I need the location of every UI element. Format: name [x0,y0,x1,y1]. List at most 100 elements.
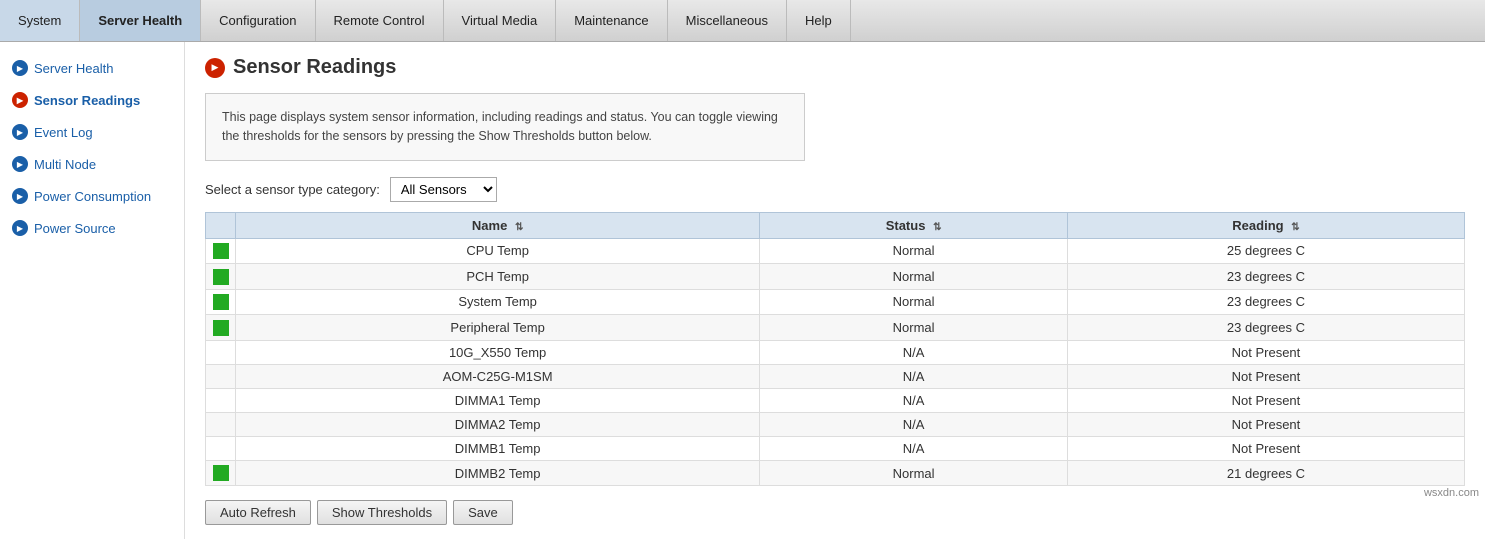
top-nav-item-virtual-media[interactable]: Virtual Media [444,0,557,41]
top-nav-item-configuration[interactable]: Configuration [201,0,315,41]
status-cell: N/A [760,340,1068,364]
indicator-cell [206,412,236,436]
reading-cell: Not Present [1067,340,1464,364]
table-body: CPU TempNormal25 degrees CPCH TempNormal… [206,238,1465,486]
top-nav-item-remote-control[interactable]: Remote Control [316,0,444,41]
sidebar-arrow-icon [12,92,28,108]
reading-cell: 25 degrees C [1067,238,1464,264]
table-header-row: Name ⇅ Status ⇅ Reading ⇅ [206,212,1465,238]
status-cell: Normal [760,315,1068,341]
sidebar-item-label: Sensor Readings [34,93,140,108]
sidebar-item-event-log[interactable]: Event Log [0,116,184,148]
indicator-cell [206,364,236,388]
content-area: Sensor Readings This page displays syste… [185,42,1485,539]
reading-cell: Not Present [1067,388,1464,412]
status-indicator-green [213,269,229,285]
indicator-cell [206,238,236,264]
name-cell: DIMMA1 Temp [236,388,760,412]
th-name-label: Name [472,218,507,233]
table-row: DIMMA2 TempN/ANot Present [206,412,1465,436]
sidebar-item-power-consumption[interactable]: Power Consumption [0,180,184,212]
name-cell: 10G_X550 Temp [236,340,760,364]
status-cell: N/A [760,436,1068,460]
name-sort-icon[interactable]: ⇅ [515,222,523,233]
table-row: AOM-C25G-M1SMN/ANot Present [206,364,1465,388]
sidebar-arrow-icon [12,124,28,140]
table-row: DIMMB1 TempN/ANot Present [206,436,1465,460]
th-name: Name ⇅ [236,212,760,238]
th-reading: Reading ⇅ [1067,212,1464,238]
status-sort-icon[interactable]: ⇅ [933,222,941,233]
info-box: This page displays system sensor informa… [205,93,805,161]
sidebar-item-sensor-readings[interactable]: Sensor Readings [0,84,184,116]
sidebar-item-label: Event Log [34,125,93,140]
save-button[interactable]: Save [453,500,513,525]
name-cell: System Temp [236,289,760,315]
sidebar-item-label: Server Health [34,61,113,76]
status-indicator-green [213,243,229,259]
name-cell: PCH Temp [236,264,760,290]
reading-sort-icon[interactable]: ⇅ [1291,222,1299,233]
th-indicator [206,212,236,238]
main-layout: Server Health Sensor Readings Event Log Mul… [0,42,1485,539]
reading-cell: Not Present [1067,436,1464,460]
page-title-icon [205,58,225,78]
status-cell: N/A [760,412,1068,436]
status-cell: Normal [760,460,1068,486]
top-nav-item-help[interactable]: Help [787,0,851,41]
reading-cell: 23 degrees C [1067,289,1464,315]
reading-cell: 23 degrees C [1067,315,1464,341]
sidebar-arrow-icon [12,60,28,76]
th-status-label: Status [886,218,926,233]
status-indicator-green [213,294,229,310]
status-indicator-green [213,320,229,336]
table-row: DIMMB2 TempNormal21 degrees C [206,460,1465,486]
watermark: wsxdn.com [1424,487,1479,499]
info-box-text: This page displays system sensor informa… [222,110,778,143]
page-title: Sensor Readings [233,56,396,79]
sensor-select-label: Select a sensor type category: [205,182,380,197]
top-nav-item-server-health[interactable]: Server Health [80,0,201,41]
top-nav-item-miscellaneous[interactable]: Miscellaneous [668,0,787,41]
auto-refresh-button[interactable]: Auto Refresh [205,500,311,525]
indicator-cell [206,460,236,486]
bottom-buttons: Auto Refresh Show Thresholds Save [205,500,1465,525]
page-title-row: Sensor Readings [205,56,1465,79]
reading-cell: Not Present [1067,412,1464,436]
sidebar: Server Health Sensor Readings Event Log Mul… [0,42,185,539]
table-header: Name ⇅ Status ⇅ Reading ⇅ [206,212,1465,238]
status-indicator-green [213,465,229,481]
sensor-type-select[interactable]: All SensorsTemperatureVoltageFanPower [390,177,497,202]
sidebar-arrow-icon [12,220,28,236]
reading-cell: 21 degrees C [1067,460,1464,486]
indicator-cell [206,315,236,341]
indicator-cell [206,388,236,412]
name-cell: CPU Temp [236,238,760,264]
status-cell: N/A [760,388,1068,412]
sidebar-item-server-health[interactable]: Server Health [0,52,184,84]
table-row: 10G_X550 TempN/ANot Present [206,340,1465,364]
th-reading-label: Reading [1232,218,1283,233]
name-cell: Peripheral Temp [236,315,760,341]
table-row: Peripheral TempNormal23 degrees C [206,315,1465,341]
top-navigation: SystemServer HealthConfigurationRemote C… [0,0,1485,42]
indicator-cell [206,436,236,460]
sidebar-item-label: Power Source [34,221,116,236]
sidebar-item-multi-node[interactable]: Multi Node [0,148,184,180]
sidebar-item-label: Power Consumption [34,189,151,204]
name-cell: AOM-C25G-M1SM [236,364,760,388]
sidebar-item-label: Multi Node [34,157,96,172]
top-nav-item-system[interactable]: System [0,0,80,41]
th-status: Status ⇅ [760,212,1068,238]
top-nav-item-maintenance[interactable]: Maintenance [556,0,667,41]
indicator-cell [206,289,236,315]
sidebar-item-power-source[interactable]: Power Source [0,212,184,244]
status-cell: Normal [760,264,1068,290]
table-row: System TempNormal23 degrees C [206,289,1465,315]
indicator-cell [206,264,236,290]
table-row: PCH TempNormal23 degrees C [206,264,1465,290]
sensor-table: Name ⇅ Status ⇅ Reading ⇅ CPU TempNormal… [205,212,1465,487]
sidebar-arrow-icon [12,156,28,172]
table-row: DIMMA1 TempN/ANot Present [206,388,1465,412]
show-thresholds-button[interactable]: Show Thresholds [317,500,447,525]
